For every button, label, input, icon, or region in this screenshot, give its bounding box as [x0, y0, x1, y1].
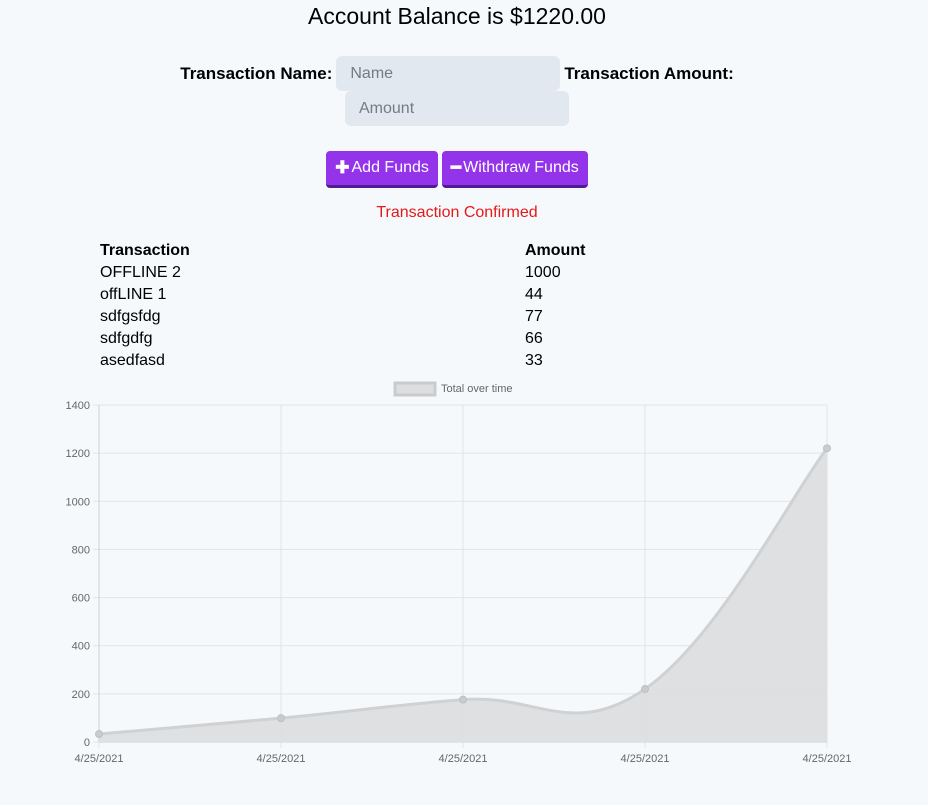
data-point — [823, 444, 831, 453]
table-row: sdfgdfg 66 — [100, 328, 725, 350]
data-point — [95, 730, 103, 739]
add-funds-button[interactable]: ✚ Add Funds — [326, 151, 438, 188]
transaction-name-cell: asedfasd — [100, 352, 165, 369]
transaction-amount-cell: 44 — [525, 286, 543, 303]
transaction-name-cell: sdfgsfdg — [100, 308, 161, 325]
balance-chart: 0 200 400 600 800 1000 1200 1400 4/25/2021 4/25/2… — [66, 381, 852, 765]
x-tick-label: 4/25/2021 — [257, 753, 306, 765]
transaction-form: Transaction Name: Transaction Amount: — [0, 56, 914, 91]
action-buttons: ✚ Add Funds ━ Withdraw Funds — [0, 151, 914, 188]
transaction-status: Transaction Confirmed — [376, 204, 538, 221]
column-header-transaction: Transaction — [100, 242, 190, 259]
data-point — [459, 695, 467, 704]
withdraw-funds-button[interactable]: ━ Withdraw Funds — [441, 151, 588, 188]
x-tick-label: 4/25/2021 — [439, 753, 488, 765]
table-row: offLINE 1 44 — [100, 284, 725, 306]
data-point — [277, 714, 285, 723]
y-tick-label: 1400 — [66, 400, 90, 412]
y-tick-label: 600 — [72, 593, 90, 605]
transaction-amount-cell: 66 — [525, 330, 543, 347]
table-row: sdfgsfdg 77 — [100, 306, 725, 328]
y-tick-label: 800 — [72, 544, 90, 556]
add-funds-label: Add Funds — [351, 159, 429, 176]
transaction-amount-label: Transaction Amount: — [564, 63, 734, 83]
transaction-name-input[interactable] — [336, 56, 561, 91]
y-tick-label: 1200 — [66, 448, 90, 460]
transaction-name-label: Transaction Name: — [180, 63, 333, 83]
withdraw-funds-label: Withdraw Funds — [463, 159, 579, 176]
transaction-name-cell: sdfgdfg — [100, 330, 153, 347]
page: Account Balance is $1220.00 Transaction … — [0, 0, 928, 805]
account-balance-title: Account Balance is $1220.00 — [308, 3, 606, 29]
transaction-amount-cell: 1000 — [525, 264, 561, 281]
column-header-amount: Amount — [525, 242, 586, 259]
legend-swatch — [393, 381, 437, 397]
transaction-amount-cell: 33 — [525, 352, 543, 369]
data-point — [641, 685, 649, 694]
y-tick-label: 1000 — [66, 496, 90, 508]
minus-icon: ━ — [450, 158, 462, 177]
x-tick-label: 4/25/2021 — [621, 753, 670, 765]
y-tick-label: 0 — [84, 737, 90, 749]
plus-icon: ✚ — [335, 158, 350, 177]
y-tick-label: 200 — [72, 689, 90, 701]
transaction-name-cell: OFFLINE 2 — [100, 264, 181, 281]
transaction-name-cell: offLINE 1 — [100, 286, 167, 303]
legend-label: Total over time — [441, 383, 513, 395]
y-tick-label: 400 — [72, 641, 90, 653]
x-tick-label: 4/25/2021 — [75, 753, 124, 765]
x-tick-label: 4/25/2021 — [803, 753, 852, 765]
table-header-row: Transaction Amount — [100, 240, 725, 262]
table-row: OFFLINE 2 1000 — [100, 262, 725, 284]
amount-field-row — [345, 91, 569, 126]
table-row: asedfasd 33 — [100, 350, 725, 372]
transactions-table: Transaction Amount OFFLINE 2 1000 offLIN… — [100, 240, 725, 372]
transaction-amount-input[interactable] — [345, 91, 569, 126]
transaction-amount-cell: 77 — [525, 308, 543, 325]
